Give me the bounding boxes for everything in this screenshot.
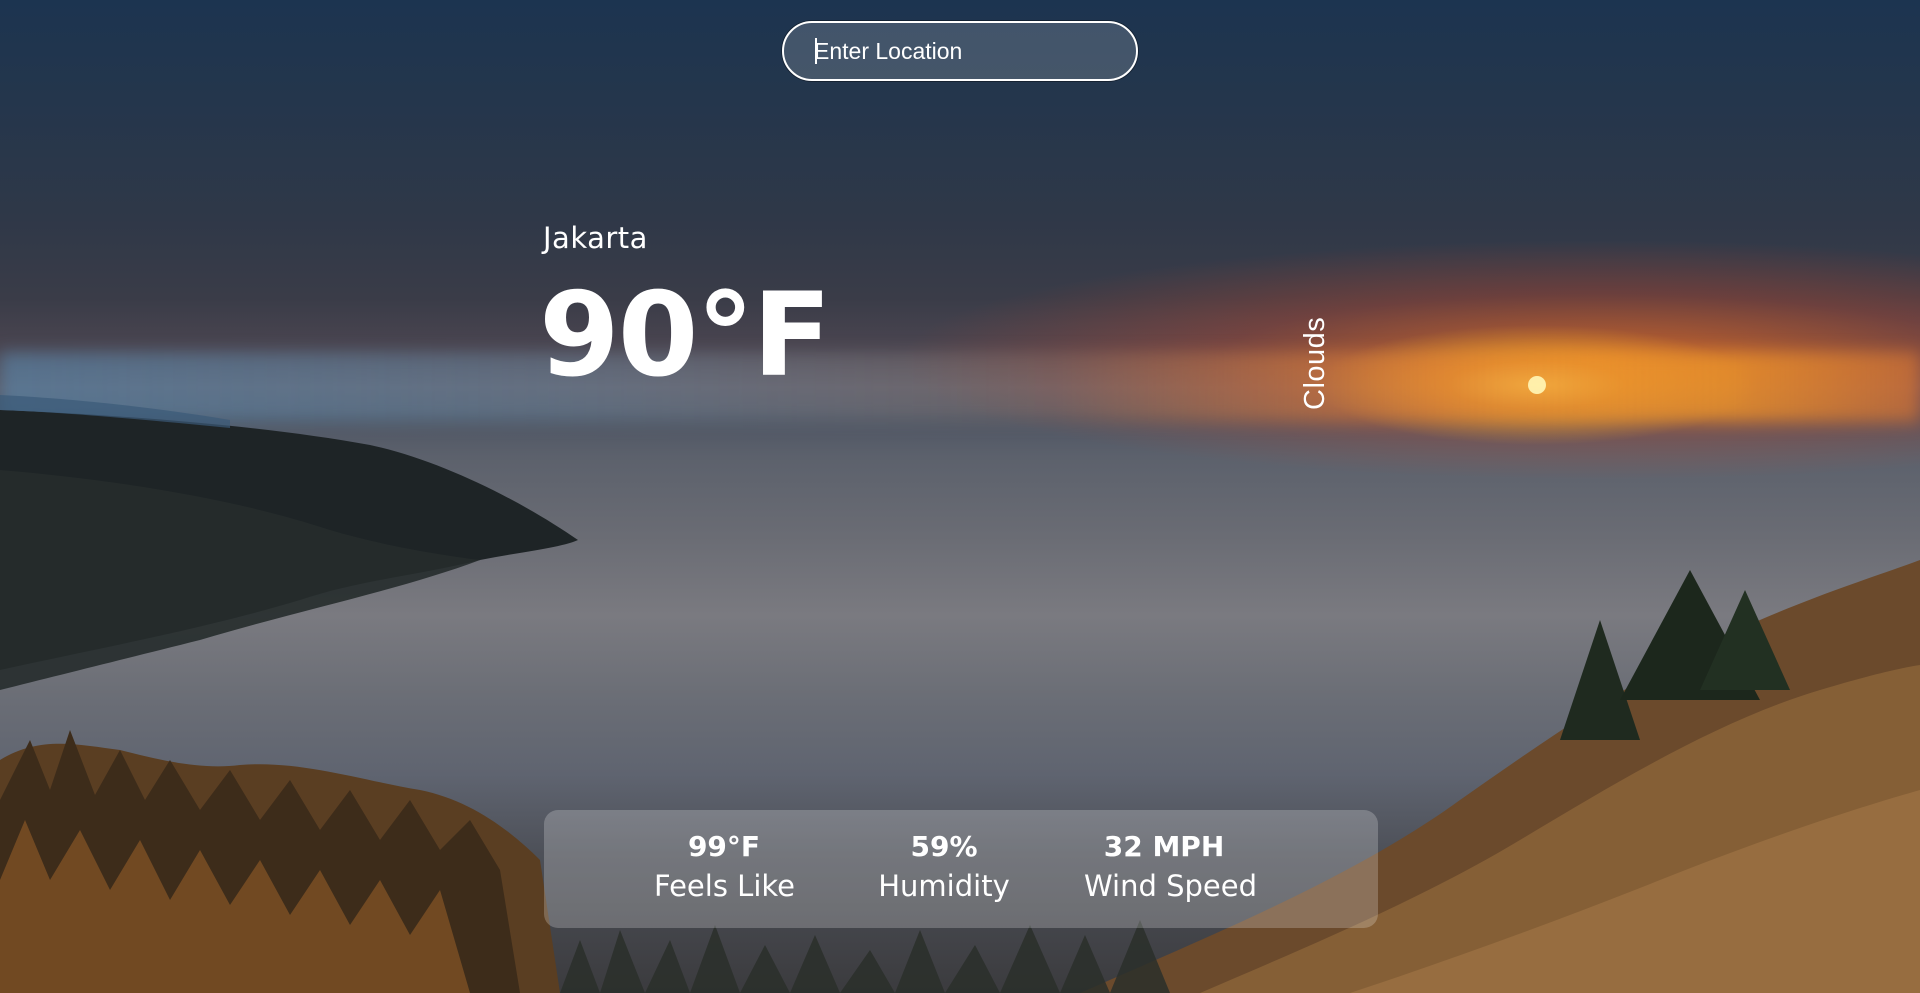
weather-stats-card: 99°F Feels Like 59% Humidity 32 MPH Wind… (544, 810, 1378, 928)
feels-like-label: Feels Like (654, 869, 795, 903)
temperature-value: 90°F (539, 268, 832, 403)
wind-speed-label: Wind Speed (1084, 869, 1258, 903)
wind-speed-stat: 32 MPH Wind Speed (1084, 828, 1258, 906)
humidity-label: Humidity (878, 869, 1010, 903)
text-cursor (815, 38, 817, 64)
feels-like-value: 99°F (687, 830, 761, 863)
weather-app: Jakarta 90°F Clouds 99°F Feels Like 59% … (0, 0, 1920, 993)
weather-condition: Clouds (1299, 316, 1331, 410)
city-name: Jakarta (543, 221, 648, 255)
feels-like-stat: 99°F Feels Like (654, 828, 795, 906)
humidity-value: 59% (910, 830, 978, 863)
wind-speed-value: 32 MPH (1103, 830, 1225, 863)
humidity-stat: 59% Humidity (874, 828, 1014, 906)
location-search[interactable] (782, 21, 1138, 81)
location-search-input[interactable] (814, 23, 1124, 79)
